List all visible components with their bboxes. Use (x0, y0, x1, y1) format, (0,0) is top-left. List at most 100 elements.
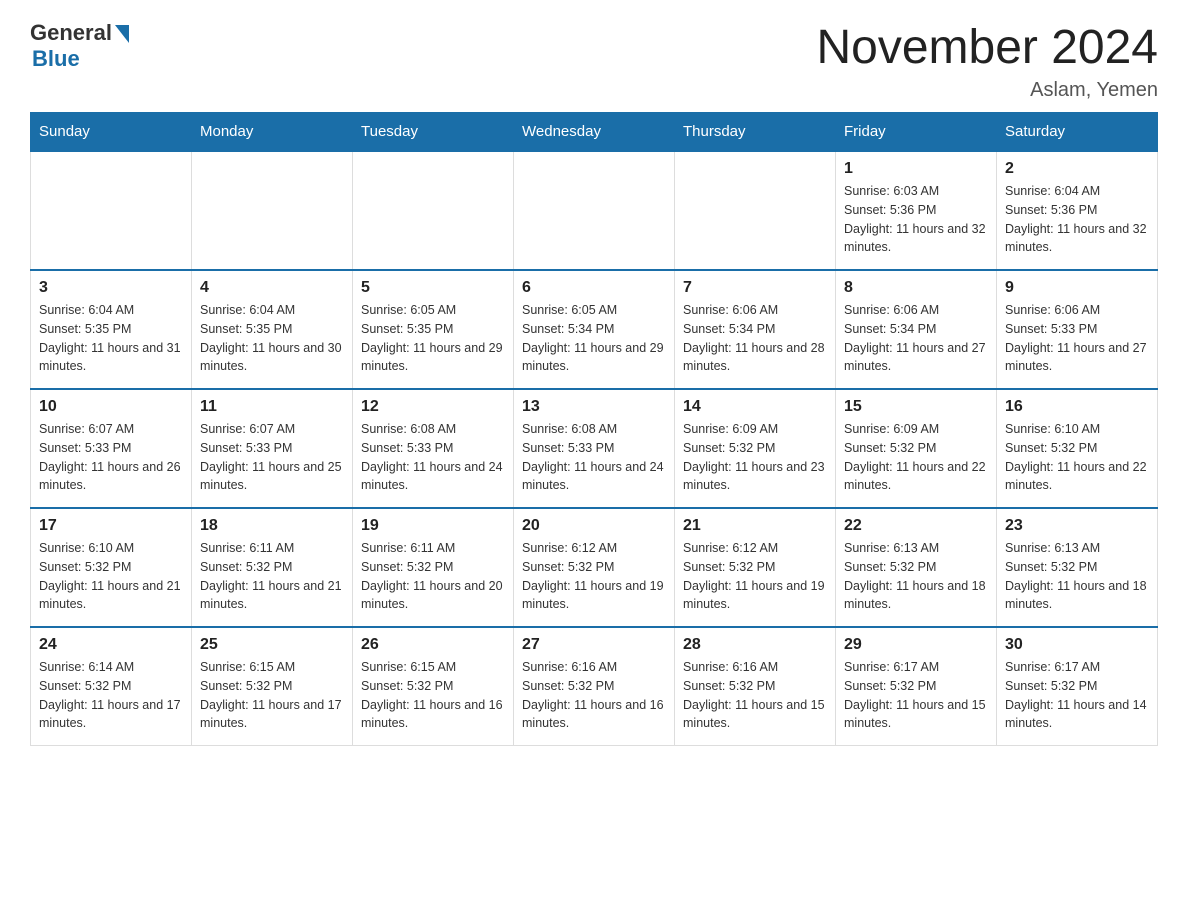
calendar-cell: 29 Sunrise: 6:17 AM Sunset: 5:32 PM Dayli… (836, 627, 997, 746)
day-number: 9 (1005, 279, 1149, 297)
day-info: Sunrise: 6:06 AM Sunset: 5:33 PM Dayligh… (1005, 301, 1149, 376)
day-info: Sunrise: 6:03 AM Sunset: 5:36 PM Dayligh… (844, 182, 988, 257)
calendar-table: SundayMondayTuesdayWednesdayThursdayFrid… (30, 112, 1158, 746)
day-number: 25 (200, 636, 344, 654)
day-number: 13 (522, 398, 666, 416)
day-info: Sunrise: 6:17 AM Sunset: 5:32 PM Dayligh… (844, 658, 988, 733)
day-info: Sunrise: 6:17 AM Sunset: 5:32 PM Dayligh… (1005, 658, 1149, 733)
calendar-cell: 27Sunrise: 6:16 AM Sunset: 5:32 PM Dayli… (514, 627, 675, 746)
logo-triangle-icon (115, 25, 129, 43)
day-info: Sunrise: 6:06 AM Sunset: 5:34 PM Dayligh… (683, 301, 827, 376)
logo-blue-text: Blue (32, 46, 80, 72)
weekday-header-row: SundayMondayTuesdayWednesdayThursdayFrid… (31, 113, 1158, 152)
day-number: 12 (361, 398, 505, 416)
day-info: Sunrise: 6:13 AM Sunset: 5:32 PM Dayligh… (1005, 539, 1149, 614)
day-info: Sunrise: 6:09 AM Sunset: 5:32 PM Dayligh… (683, 420, 827, 495)
calendar-cell (675, 151, 836, 270)
day-info: Sunrise: 6:12 AM Sunset: 5:32 PM Dayligh… (522, 539, 666, 614)
calendar-cell: 16Sunrise: 6:10 AM Sunset: 5:32 PM Dayli… (997, 389, 1158, 508)
day-info: Sunrise: 6:13 AM Sunset: 5:32 PM Dayligh… (844, 539, 988, 614)
month-title: November 2024 (816, 20, 1158, 75)
day-info: Sunrise: 6:15 AM Sunset: 5:32 PM Dayligh… (200, 658, 344, 733)
calendar-cell: 21 Sunrise: 6:12 AM Sunset: 5:32 PM Dayli… (675, 508, 836, 627)
day-number: 21 (683, 517, 827, 535)
day-info: Sunrise: 6:15 AM Sunset: 5:32 PM Dayligh… (361, 658, 505, 733)
day-number: 17 (39, 517, 183, 535)
calendar-cell: 4 Sunrise: 6:04 AM Sunset: 5:35 PM Daylig… (192, 270, 353, 389)
calendar-week-row: 10 Sunrise: 6:07 AM Sunset: 5:33 PM Dayli… (31, 389, 1158, 508)
day-info: Sunrise: 6:05 AM Sunset: 5:34 PM Dayligh… (522, 301, 666, 376)
calendar-cell (192, 151, 353, 270)
day-number: 11 (200, 398, 344, 416)
calendar-cell: 12 Sunrise: 6:08 AM Sunset: 5:33 PM Dayli… (353, 389, 514, 508)
day-number: 18 (200, 517, 344, 535)
calendar-cell: 25 Sunrise: 6:15 AM Sunset: 5:32 PM Dayli… (192, 627, 353, 746)
day-number: 22 (844, 517, 988, 535)
calendar-cell (31, 151, 192, 270)
day-info: Sunrise: 6:12 AM Sunset: 5:32 PM Dayligh… (683, 539, 827, 614)
calendar-cell: 28 Sunrise: 6:16 AM Sunset: 5:32 PM Dayli… (675, 627, 836, 746)
day-info: Sunrise: 6:16 AM Sunset: 5:32 PM Dayligh… (522, 658, 666, 733)
calendar-cell: 24 Sunrise: 6:14 AM Sunset: 5:32 PM Dayli… (31, 627, 192, 746)
weekday-header-wednesday: Wednesday (514, 113, 675, 152)
calendar-cell: 2 Sunrise: 6:04 AM Sunset: 5:36 PM Daylig… (997, 151, 1158, 270)
calendar-cell: 22 Sunrise: 6:13 AM Sunset: 5:32 PM Dayli… (836, 508, 997, 627)
calendar-week-row: 17Sunrise: 6:10 AM Sunset: 5:32 PM Dayli… (31, 508, 1158, 627)
day-info: Sunrise: 6:09 AM Sunset: 5:32 PM Dayligh… (844, 420, 988, 495)
day-number: 10 (39, 398, 183, 416)
calendar-week-row: 3 Sunrise: 6:04 AM Sunset: 5:35 PM Daylig… (31, 270, 1158, 389)
calendar-week-row: 24 Sunrise: 6:14 AM Sunset: 5:32 PM Dayli… (31, 627, 1158, 746)
calendar-header: SundayMondayTuesdayWednesdayThursdayFrid… (31, 113, 1158, 152)
calendar-cell (514, 151, 675, 270)
logo: General Blue (30, 20, 129, 72)
day-number: 4 (200, 279, 344, 297)
day-info: Sunrise: 6:07 AM Sunset: 5:33 PM Dayligh… (200, 420, 344, 495)
calendar-cell: 23Sunrise: 6:13 AM Sunset: 5:32 PM Dayli… (997, 508, 1158, 627)
weekday-header-friday: Friday (836, 113, 997, 152)
day-info: Sunrise: 6:14 AM Sunset: 5:32 PM Dayligh… (39, 658, 183, 733)
calendar-cell: 20 Sunrise: 6:12 AM Sunset: 5:32 PM Dayli… (514, 508, 675, 627)
calendar-body: 1 Sunrise: 6:03 AM Sunset: 5:36 PM Daylig… (31, 151, 1158, 746)
day-number: 1 (844, 160, 988, 178)
weekday-header-monday: Monday (192, 113, 353, 152)
calendar-cell: 13 Sunrise: 6:08 AM Sunset: 5:33 PM Dayli… (514, 389, 675, 508)
calendar-cell: 7 Sunrise: 6:06 AM Sunset: 5:34 PM Daylig… (675, 270, 836, 389)
day-number: 2 (1005, 160, 1149, 178)
calendar-cell: 19 Sunrise: 6:11 AM Sunset: 5:32 PM Dayli… (353, 508, 514, 627)
day-info: Sunrise: 6:11 AM Sunset: 5:32 PM Dayligh… (200, 539, 344, 614)
day-number: 29 (844, 636, 988, 654)
day-info: Sunrise: 6:08 AM Sunset: 5:33 PM Dayligh… (522, 420, 666, 495)
day-number: 28 (683, 636, 827, 654)
day-number: 20 (522, 517, 666, 535)
day-number: 24 (39, 636, 183, 654)
day-number: 5 (361, 279, 505, 297)
calendar-cell: 18 Sunrise: 6:11 AM Sunset: 5:32 PM Dayli… (192, 508, 353, 627)
day-info: Sunrise: 6:05 AM Sunset: 5:35 PM Dayligh… (361, 301, 505, 376)
day-info: Sunrise: 6:07 AM Sunset: 5:33 PM Dayligh… (39, 420, 183, 495)
day-info: Sunrise: 6:06 AM Sunset: 5:34 PM Dayligh… (844, 301, 988, 376)
day-number: 8 (844, 279, 988, 297)
page-header: General Blue November 2024 Aslam, Yemen (30, 20, 1158, 102)
day-number: 19 (361, 517, 505, 535)
weekday-header-saturday: Saturday (997, 113, 1158, 152)
calendar-cell: 1 Sunrise: 6:03 AM Sunset: 5:36 PM Daylig… (836, 151, 997, 270)
calendar-cell: 30 Sunrise: 6:17 AM Sunset: 5:32 PM Dayli… (997, 627, 1158, 746)
calendar-cell: 3 Sunrise: 6:04 AM Sunset: 5:35 PM Daylig… (31, 270, 192, 389)
day-info: Sunrise: 6:04 AM Sunset: 5:35 PM Dayligh… (200, 301, 344, 376)
title-section: November 2024 Aslam, Yemen (816, 20, 1158, 102)
day-info: Sunrise: 6:04 AM Sunset: 5:35 PM Dayligh… (39, 301, 183, 376)
calendar-cell: 8 Sunrise: 6:06 AM Sunset: 5:34 PM Daylig… (836, 270, 997, 389)
calendar-cell: 14Sunrise: 6:09 AM Sunset: 5:32 PM Dayli… (675, 389, 836, 508)
day-info: Sunrise: 6:04 AM Sunset: 5:36 PM Dayligh… (1005, 182, 1149, 257)
day-info: Sunrise: 6:11 AM Sunset: 5:32 PM Dayligh… (361, 539, 505, 614)
day-info: Sunrise: 6:10 AM Sunset: 5:32 PM Dayligh… (1005, 420, 1149, 495)
day-info: Sunrise: 6:16 AM Sunset: 5:32 PM Dayligh… (683, 658, 827, 733)
calendar-cell: 5 Sunrise: 6:05 AM Sunset: 5:35 PM Daylig… (353, 270, 514, 389)
day-number: 30 (1005, 636, 1149, 654)
calendar-week-row: 1 Sunrise: 6:03 AM Sunset: 5:36 PM Daylig… (31, 151, 1158, 270)
day-number: 3 (39, 279, 183, 297)
day-info: Sunrise: 6:08 AM Sunset: 5:33 PM Dayligh… (361, 420, 505, 495)
calendar-cell: 11 Sunrise: 6:07 AM Sunset: 5:33 PM Dayli… (192, 389, 353, 508)
day-number: 7 (683, 279, 827, 297)
calendar-cell: 6Sunrise: 6:05 AM Sunset: 5:34 PM Daylig… (514, 270, 675, 389)
